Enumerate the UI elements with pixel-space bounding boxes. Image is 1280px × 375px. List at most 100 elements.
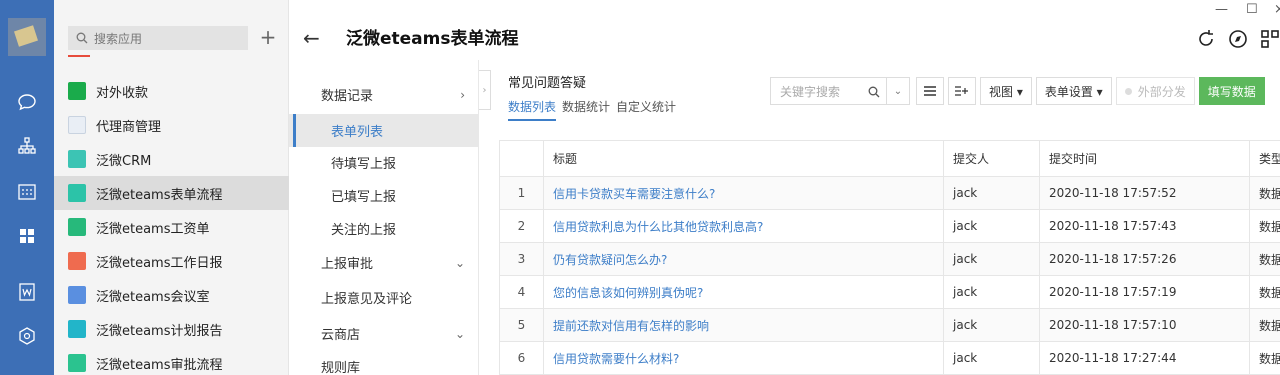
submenu-item-label: 上报意见及评论 [321, 292, 413, 307]
calendar-icon[interactable] [15, 180, 39, 204]
chevron-down-icon[interactable]: ⌄ [455, 327, 465, 341]
form-settings-button[interactable]: 表单设置 ▾ [1035, 77, 1112, 105]
list-view-button[interactable] [916, 77, 944, 105]
submenu-item[interactable]: 上报审批 ⌄ [289, 246, 479, 279]
col-header-type[interactable]: 类型 [1249, 140, 1280, 177]
minimize-icon[interactable]: — [1215, 2, 1228, 17]
chevron-down-icon[interactable]: ⌄ [455, 256, 465, 270]
back-arrow-icon[interactable]: ← [303, 26, 320, 50]
chevron-down-icon[interactable]: ⌄ [886, 77, 910, 105]
approval-icon [68, 354, 86, 372]
app-search-input[interactable]: 搜索应用 [68, 26, 248, 50]
submenu-item[interactable]: 表单列表 [289, 114, 479, 147]
submenu-item[interactable]: 上报意见及评论 [289, 281, 479, 314]
app-item[interactable]: 泛微eteams表单流程 [54, 176, 289, 210]
row-submitter: jack [943, 275, 1040, 309]
app-item-label: 泛微eteams会议室 [96, 289, 210, 305]
crm-icon [68, 150, 86, 168]
page-title: 泛微eteams表单流程 [346, 29, 519, 49]
row-title[interactable]: 信用贷款需要什么材料? [543, 341, 944, 375]
app-item-label: 代理商管理 [96, 119, 162, 135]
data-table: 标题 提交人 提交时间 类型 1 信用卡贷款买车需要注意什么? jack 2020-1… [499, 140, 1280, 375]
col-header-submit-time[interactable]: 提交时间 [1039, 140, 1250, 177]
meeting-room-icon [68, 286, 86, 304]
row-submitter: jack [943, 209, 1040, 243]
table-row[interactable]: 5提前还款对信用有怎样的影响jack2020-11-18 17:57:10数据 [499, 308, 1280, 342]
row-submit-time: 2020-11-18 17:57:19 [1039, 275, 1250, 309]
submenu-item[interactable]: 规则库 [289, 350, 479, 375]
submenu-item[interactable]: 数据记录 › [289, 78, 479, 111]
app-item-label: 泛微eteams审批流程 [96, 357, 223, 373]
external-distribute-label: 外部分发 [1137, 84, 1186, 99]
toolbar: 关键字搜索 ⌄ 视图 ▾ 表单设置 ▾ 外部分发 填写数据 [770, 77, 1269, 105]
app-item[interactable]: 泛微eteams工资单 [54, 210, 289, 244]
shield-icon [68, 82, 86, 100]
row-type: 数据 [1249, 242, 1280, 276]
row-submit-time: 2020-11-18 17:57:10 [1039, 308, 1250, 342]
col-header-submitter[interactable]: 提交人 [943, 140, 1040, 177]
view-dropdown-button[interactable]: 视图 ▾ [980, 77, 1032, 105]
row-type: 数据 [1249, 275, 1280, 309]
compass-icon[interactable] [1227, 28, 1249, 50]
fill-data-button[interactable]: 填写数据 [1198, 77, 1265, 105]
chevron-right-icon[interactable]: › [460, 88, 465, 102]
app-item[interactable]: 泛微eteams审批流程 [54, 346, 289, 375]
row-title[interactable]: 信用贷款利息为什么比其他贷款利息高? [543, 209, 944, 243]
submenu-item[interactable]: 待填写上报 [289, 146, 479, 179]
word-doc-icon[interactable] [15, 280, 39, 304]
row-index: 3 [499, 242, 544, 276]
search-icon[interactable] [868, 86, 880, 98]
app-item[interactable]: 泛微eteams工作日报 [54, 244, 289, 278]
row-submitter: jack [943, 242, 1040, 276]
submenu-item[interactable]: 关注的上报 [289, 212, 479, 245]
keyword-placeholder: 关键字搜索 [780, 84, 841, 99]
chat-icon[interactable] [15, 90, 39, 114]
table-row[interactable]: 1信用卡贷款买车需要注意什么?jack2020-11-18 17:57:52数据 [499, 176, 1280, 210]
row-index: 2 [499, 209, 544, 243]
tab-data-list[interactable]: 数据列表 [508, 98, 557, 121]
row-submit-time: 2020-11-18 17:57:52 [1039, 176, 1250, 210]
add-column-button[interactable] [948, 77, 976, 105]
refresh-icon[interactable] [1195, 28, 1217, 50]
maximize-icon[interactable]: ☐ [1246, 2, 1258, 17]
app-item[interactable]: 泛微eteams计划报告 [54, 312, 289, 346]
apps-grid-icon[interactable] [15, 224, 39, 248]
add-app-button[interactable]: + [258, 25, 278, 49]
external-distribute-button[interactable]: 外部分发 [1115, 77, 1195, 105]
row-title[interactable]: 您的信息该如何辨别真伪呢? [543, 275, 944, 309]
qrcode-icon[interactable] [1259, 28, 1280, 50]
active-indicator [68, 55, 90, 57]
app-item[interactable]: 代理商管理 [54, 108, 289, 142]
app-item[interactable]: 泛微CRM [54, 142, 289, 176]
payroll-icon [68, 218, 86, 236]
content-area: 常见问题答疑 数据列表 数据统计 自定义统计 关键字搜索 ⌄ 视图 ▾ 表单设置… [491, 60, 1280, 375]
cube-icon[interactable] [15, 324, 39, 348]
row-submit-time: 2020-11-18 17:27:44 [1039, 341, 1250, 375]
row-type: 数据 [1249, 176, 1280, 210]
app-item[interactable]: 对外收款 [54, 74, 289, 108]
table-header-row: 标题 提交人 提交时间 类型 [499, 140, 1280, 177]
submenu-item-label: 云商店 [321, 328, 361, 343]
tab-data-stats[interactable]: 数据统计 [562, 98, 610, 121]
table-row[interactable]: 6信用贷款需要什么材料?jack2020-11-18 17:27:44数据 [499, 341, 1280, 375]
avatar[interactable] [8, 18, 46, 56]
app-window: 搜索应用 + 对外收款 代理商管理 泛微CRM 泛微eteams表单流程 泛微eteam… [0, 0, 1280, 375]
table-row[interactable]: 4您的信息该如何辨别真伪呢?jack2020-11-18 17:57:19数据 [499, 275, 1280, 309]
submenu-item[interactable]: 已填写上报 [289, 179, 479, 212]
collapse-toggle[interactable]: › [479, 70, 491, 110]
close-icon[interactable]: × [1274, 2, 1280, 17]
row-title[interactable]: 提前还款对信用有怎样的影响 [543, 308, 944, 342]
table-row[interactable]: 3仍有贷款疑问怎么办?jack2020-11-18 17:57:26数据 [499, 242, 1280, 276]
submenu-item[interactable]: 云商店 ⌄ [289, 317, 479, 350]
menu-icon [924, 86, 936, 96]
keyword-search-input[interactable]: 关键字搜索 [770, 77, 886, 105]
app-item[interactable]: 泛微eteams会议室 [54, 278, 289, 312]
col-header-title[interactable]: 标题 [543, 140, 944, 177]
row-title[interactable]: 信用卡贷款买车需要注意什么? [543, 176, 944, 210]
table-row[interactable]: 2 信用贷款利息为什么比其他贷款利息高? jack 2020-11-18 17:57:… [499, 209, 1280, 243]
row-title[interactable]: 仍有贷款疑问怎么办? [543, 242, 944, 276]
app-item-label: 泛微eteams表单流程 [96, 187, 223, 203]
org-chart-icon[interactable] [15, 134, 39, 158]
document-icon [68, 116, 86, 134]
tab-custom-stats[interactable]: 自定义统计 [616, 98, 676, 121]
